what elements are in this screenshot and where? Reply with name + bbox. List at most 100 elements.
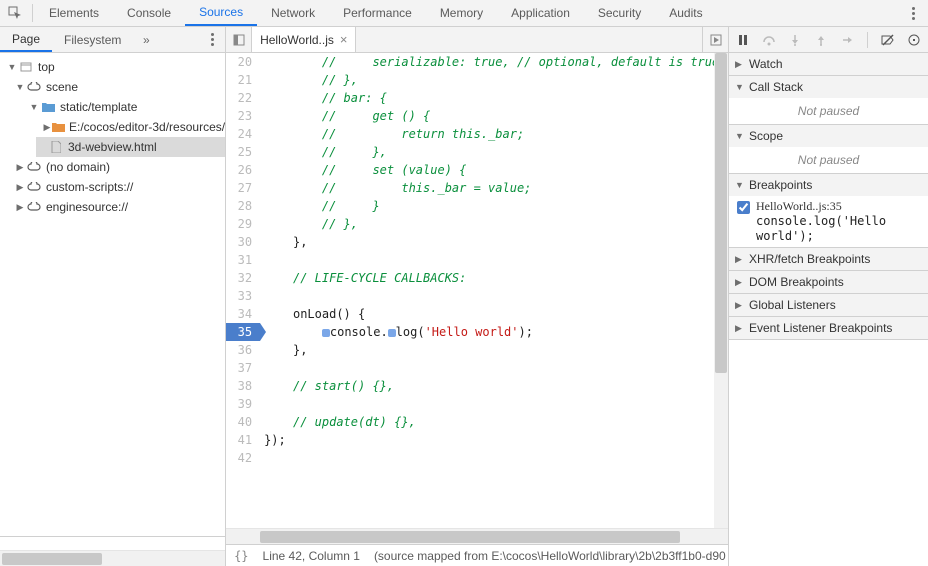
line-number[interactable]: 33 [226,287,260,305]
line-number[interactable]: 34 [226,305,260,323]
cloud-icon [26,182,42,192]
line-number[interactable]: 28 [226,197,260,215]
main-menu-icon[interactable] [898,0,928,26]
tree-domain-enginesource[interactable]: ▶ enginesource:// [8,197,225,217]
devtools-main-tabs: Elements Console Sources Network Perform… [0,0,928,27]
line-number[interactable]: 27 [226,179,260,197]
navigator-panel: Page Filesystem » ▼ top ▼ scene [0,27,226,566]
section-callstack: ▼ Call Stack Not paused [729,76,928,125]
section-header[interactable]: ▶ Global Listeners [729,294,928,316]
section-header[interactable]: ▼ Call Stack [729,76,928,98]
tab-elements[interactable]: Elements [35,0,113,26]
line-gutter[interactable]: 2021222324252627282930313233343536373839… [226,53,260,528]
tree-domain-customscripts[interactable]: ▶ custom-scripts:// [8,177,225,197]
line-number[interactable]: 25 [226,143,260,161]
editor-v-scrollbar[interactable] [714,53,728,528]
tree-label: static/template [60,100,137,114]
tree-domain-scene[interactable]: ▼ scene [8,77,225,97]
tab-audits[interactable]: Audits [655,0,716,26]
tab-performance[interactable]: Performance [329,0,426,26]
editor-h-scrollbar[interactable] [226,528,728,544]
line-number[interactable]: 39 [226,395,260,413]
section-header[interactable]: ▶ XHR/fetch Breakpoints [729,248,928,270]
step-over-icon[interactable] [761,32,777,48]
tree-file-3d-webview[interactable]: 3d-webview.html [36,137,225,157]
section-watch: ▶ Watch [729,53,928,76]
scrollbar-thumb[interactable] [715,53,727,373]
toggle-debugger-icon[interactable] [702,27,728,52]
tab-network[interactable]: Network [257,0,329,26]
chevron-right-icon: ▶ [735,254,745,265]
debugger-toolbar [729,27,928,53]
line-number[interactable]: 24 [226,125,260,143]
tree-top-frame[interactable]: ▼ top [0,57,225,77]
line-number[interactable]: 21 [226,71,260,89]
navigator-more-tabs-icon[interactable]: » [133,27,159,52]
tab-page[interactable]: Page [0,27,52,52]
line-number[interactable]: 41 [226,431,260,449]
deactivate-breakpoints-icon[interactable] [880,32,896,48]
tree-domain-nodomain[interactable]: ▶ (no domain) [8,157,225,177]
scrollbar-thumb[interactable] [260,531,680,543]
line-number[interactable]: 36 [226,341,260,359]
tab-application[interactable]: Application [497,0,584,26]
step-into-icon[interactable] [787,32,803,48]
pause-icon[interactable] [735,32,751,48]
section-header[interactable]: ▶ DOM Breakpoints [729,271,928,293]
cursor-position: Line 42, Column 1 [263,549,360,563]
line-number[interactable]: 40 [226,413,260,431]
navigator-menu-icon[interactable] [199,27,225,52]
editor-tab-label: HelloWorld..js [260,33,334,47]
chevron-right-icon: ▶ [735,277,745,288]
tree-label: top [38,60,55,74]
line-number-breakpoint[interactable]: 35 [226,323,260,341]
pause-on-exceptions-icon[interactable] [906,32,922,48]
line-number[interactable]: 38 [226,377,260,395]
section-title: Watch [749,57,783,71]
editor-tab-helloworld[interactable]: HelloWorld..js × [252,27,356,52]
section-header[interactable]: ▼ Scope [729,125,928,147]
section-header[interactable]: ▶ Watch [729,53,928,75]
tab-filesystem[interactable]: Filesystem [52,27,133,52]
inspect-element-icon[interactable] [0,0,30,26]
line-number[interactable]: 29 [226,215,260,233]
cloud-icon [26,82,42,92]
line-number[interactable]: 20 [226,53,260,71]
chevron-right-icon: ▶ [735,323,745,334]
breakpoint-row[interactable]: HelloWorld..js:35 console.log('Hello wor… [729,196,928,247]
tree-folder-resources[interactable]: ▶ E:/cocos/editor-3d/resources/ [36,117,225,137]
file-tree: ▼ top ▼ scene ▼ static/template [0,53,225,536]
line-number[interactable]: 22 [226,89,260,107]
line-number[interactable]: 37 [226,359,260,377]
line-number[interactable]: 23 [226,107,260,125]
line-number[interactable]: 30 [226,233,260,251]
section-header[interactable]: ▶ Event Listener Breakpoints [729,317,928,339]
tree-label: 3d-webview.html [68,140,157,154]
chevron-right-icon: ▶ [735,300,745,311]
breakpoint-checkbox[interactable] [737,201,750,214]
step-out-icon[interactable] [813,32,829,48]
line-number[interactable]: 26 [226,161,260,179]
tab-sources[interactable]: Sources [185,0,257,26]
section-header[interactable]: ▼ Breakpoints [729,174,928,196]
tab-memory[interactable]: Memory [426,0,497,26]
cloud-icon [26,202,42,212]
chevron-down-icon: ▼ [28,102,40,112]
pretty-print-icon[interactable]: {} [234,549,248,563]
show-navigator-icon[interactable] [226,27,252,52]
scrollbar-thumb[interactable] [2,553,102,565]
breakpoint-marker-icon [322,329,330,337]
chevron-right-icon: ▶ [14,162,26,173]
tab-console[interactable]: Console [113,0,185,26]
step-icon[interactable] [839,32,855,48]
tree-folder-static-template[interactable]: ▼ static/template [22,97,225,117]
line-number[interactable]: 31 [226,251,260,269]
tree-label: scene [46,80,78,94]
navigator-h-scrollbar[interactable] [0,550,225,566]
line-number[interactable]: 32 [226,269,260,287]
code-editor[interactable]: // serializable: true, // optional, defa… [260,53,728,528]
tree-label: enginesource:// [46,200,128,214]
line-number[interactable]: 42 [226,449,260,467]
close-tab-icon[interactable]: × [340,32,348,47]
tab-security[interactable]: Security [584,0,655,26]
